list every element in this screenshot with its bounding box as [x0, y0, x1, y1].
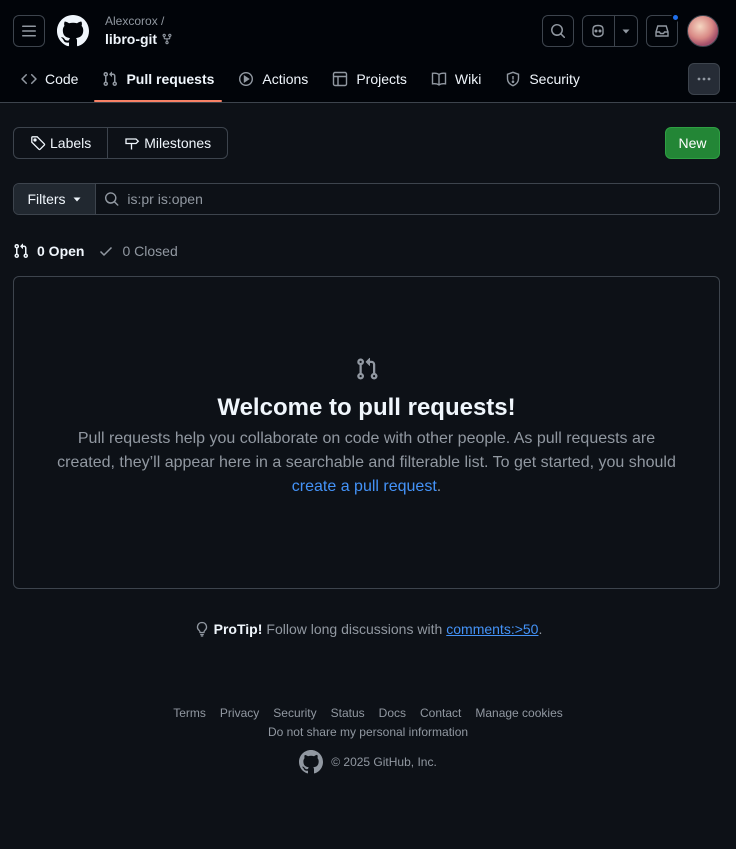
- new-pull-request-button[interactable]: New: [665, 127, 720, 159]
- search-icon: [104, 192, 119, 206]
- notification-indicator: [671, 13, 680, 22]
- tab-code-label: Code: [45, 71, 79, 87]
- search-button[interactable]: [542, 15, 574, 47]
- repo-owner-link[interactable]: Alexcorox /: [105, 14, 164, 28]
- footer-links: Terms Privacy Security Status Docs Conta…: [0, 706, 736, 720]
- protip-text: Follow long discussions with: [266, 621, 443, 637]
- tab-actions[interactable]: Actions: [230, 62, 316, 96]
- filter-bar: Filters: [13, 183, 720, 215]
- pr-state-toggle: 0 Open 0 Closed: [13, 241, 192, 261]
- tab-actions-label: Actions: [262, 71, 309, 87]
- tab-wiki[interactable]: Wiki: [423, 62, 489, 96]
- footer-link-personal-info[interactable]: Do not share my personal information: [0, 725, 736, 739]
- copilot-icon: [592, 24, 605, 38]
- book-icon: [431, 72, 447, 86]
- play-icon: [239, 71, 254, 87]
- table-icon: [333, 71, 348, 87]
- empty-state-period: .: [436, 478, 442, 495]
- tab-pull-requests-label: Pull requests: [126, 71, 215, 87]
- tab-code[interactable]: Code: [13, 62, 86, 96]
- inbox-button[interactable]: [646, 13, 680, 47]
- copyright-text: © 2025 GitHub, Inc.: [331, 755, 437, 769]
- labels-label: Labels: [50, 135, 92, 151]
- empty-state-title: Welcome to pull requests!: [217, 394, 516, 421]
- protip-label: ProTip!: [213, 621, 263, 637]
- pull-request-icon: [14, 243, 29, 259]
- footer-link-terms[interactable]: Terms: [173, 706, 206, 720]
- inbox-icon: [655, 25, 669, 37]
- labels-button[interactable]: Labels: [14, 128, 107, 158]
- protip: ProTip! Follow long discussions with com…: [0, 621, 736, 637]
- copilot-button[interactable]: [582, 15, 638, 47]
- labels-milestones-group: Labels Milestones: [13, 127, 229, 159]
- tag-icon: [31, 136, 46, 151]
- tab-pull-requests[interactable]: Pull requests: [94, 62, 223, 102]
- pull-request-icon: [357, 357, 378, 380]
- github-logo-icon[interactable]: [57, 15, 89, 47]
- empty-state-text: Pull requests help you collaborate on co…: [57, 430, 676, 471]
- filters-dropdown[interactable]: Filters: [14, 184, 96, 214]
- closed-count: 0 Closed: [122, 243, 178, 259]
- more-tabs-button[interactable]: [688, 63, 720, 95]
- code-icon: [21, 73, 37, 85]
- footer-link-contact[interactable]: Contact: [420, 706, 461, 720]
- hamburger-icon: [22, 25, 36, 37]
- protip-link[interactable]: comments:>50: [446, 621, 538, 637]
- tab-wiki-label: Wiki: [454, 71, 482, 87]
- empty-state: Welcome to pull requests! Pull requests …: [13, 276, 720, 589]
- menu-button[interactable]: [13, 15, 45, 47]
- caret-down-icon: [622, 29, 630, 34]
- create-pull-request-link[interactable]: create a pull request: [292, 478, 437, 495]
- search-field: [96, 184, 719, 214]
- footer-link-manage-cookies[interactable]: Manage cookies: [475, 706, 562, 720]
- footer-link-docs[interactable]: Docs: [379, 706, 406, 720]
- user-avatar[interactable]: [687, 15, 719, 47]
- footer-copyright: © 2025 GitHub, Inc.: [0, 750, 736, 774]
- open-count: 0 Open: [37, 243, 85, 259]
- filters-label: Filters: [27, 191, 66, 207]
- open-filter[interactable]: 0 Open: [13, 243, 84, 259]
- shield-icon: [507, 71, 520, 87]
- check-icon: [100, 246, 113, 257]
- repo-name-link[interactable]: libro-git: [105, 31, 173, 47]
- github-logo-icon[interactable]: [299, 750, 324, 774]
- milestones-label: Milestones: [144, 135, 212, 151]
- tab-projects[interactable]: Projects: [324, 62, 415, 96]
- kebab-horizontal-icon: [697, 77, 711, 81]
- search-icon: [551, 24, 566, 39]
- closed-filter[interactable]: 0 Closed: [98, 243, 178, 259]
- caret-down-icon: [73, 197, 81, 202]
- milestone-icon: [125, 138, 140, 150]
- footer-link-privacy[interactable]: Privacy: [220, 706, 259, 720]
- tab-projects-label: Projects: [356, 71, 407, 87]
- app-header: Alexcorox / libro-git Code Pull requests…: [0, 0, 736, 103]
- milestones-button[interactable]: Milestones: [107, 128, 227, 158]
- repo-tabs: Code Pull requests Actions Projects Wiki…: [13, 62, 596, 103]
- footer-link-security[interactable]: Security: [273, 706, 316, 720]
- repo-name: libro-git: [105, 31, 158, 47]
- tab-security[interactable]: Security: [497, 62, 588, 96]
- light-bulb-icon: [196, 621, 207, 637]
- fork-icon: [162, 33, 172, 45]
- pull-request-icon: [103, 71, 118, 87]
- footer-link-status[interactable]: Status: [331, 706, 365, 720]
- search-input[interactable]: [127, 191, 719, 207]
- tab-security-label: Security: [529, 71, 580, 87]
- protip-end: .: [538, 621, 543, 637]
- empty-state-description: Pull requests help you collaborate on co…: [54, 427, 679, 499]
